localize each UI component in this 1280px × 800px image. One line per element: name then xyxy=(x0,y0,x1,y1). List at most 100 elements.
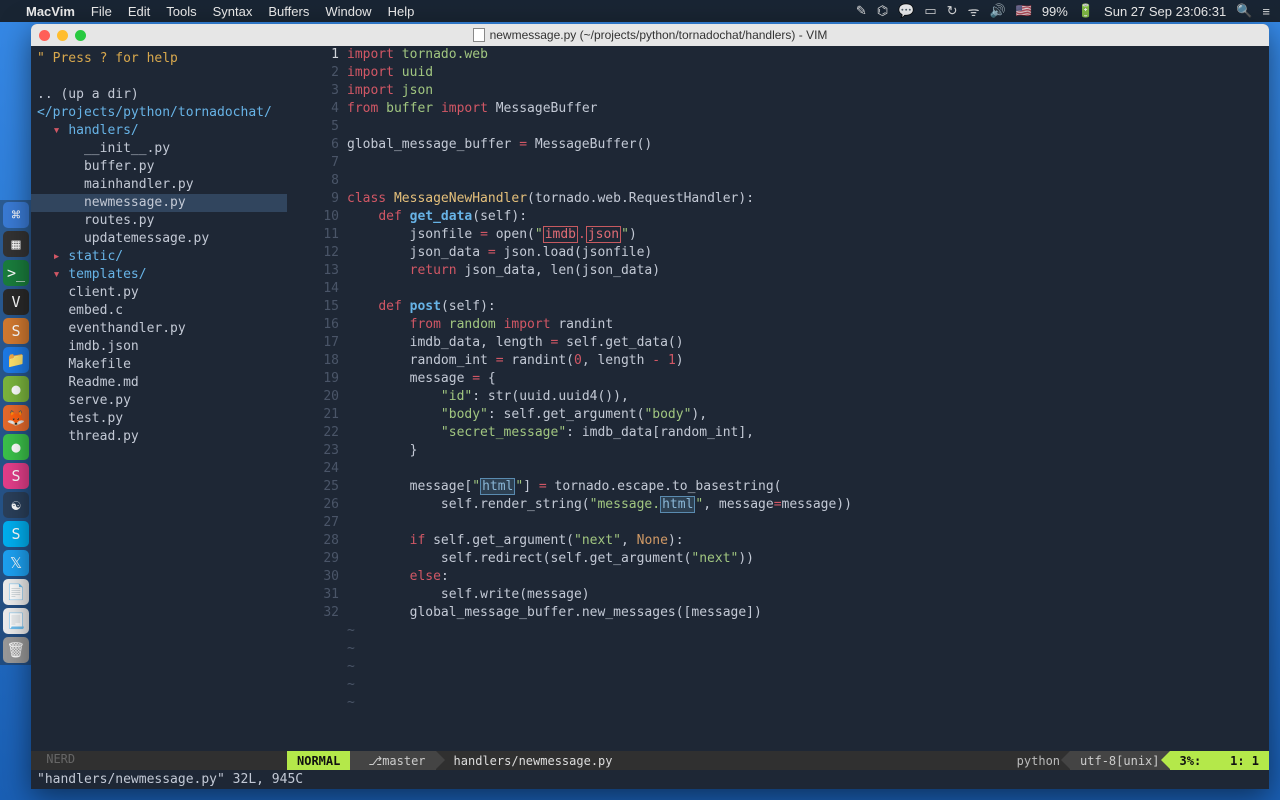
nerdtree-file[interactable]: serve.py xyxy=(31,392,287,410)
dock-item[interactable]: 📄 xyxy=(3,579,29,605)
code-line[interactable]: message["html"] = tornado.escape.to_base… xyxy=(347,478,1269,496)
code-line[interactable]: "id": str(uuid.uuid4()), xyxy=(347,388,1269,406)
code-line[interactable] xyxy=(347,280,1269,298)
bluetooth-icon[interactable]: ⌬ xyxy=(877,3,888,19)
dock-item[interactable]: 🦊 xyxy=(3,405,29,431)
code-line[interactable]: def post(self): xyxy=(347,298,1269,316)
code-line[interactable]: from buffer import MessageBuffer xyxy=(347,100,1269,118)
notification-icon[interactable]: ≡ xyxy=(1262,4,1270,19)
code-line[interactable]: def get_data(self): xyxy=(347,208,1269,226)
code-line[interactable]: random_int = randint(0, length - 1) xyxy=(347,352,1269,370)
dock-item[interactable]: ● xyxy=(3,434,29,460)
nerdtree-file[interactable]: Readme.md xyxy=(31,374,287,392)
window-titlebar[interactable]: newmessage.py (~/projects/python/tornado… xyxy=(31,24,1269,46)
flag-icon[interactable]: 🇺🇸 xyxy=(1016,3,1032,19)
code-area[interactable]: import tornado.webimport uuidimport json… xyxy=(347,46,1269,751)
code-line[interactable] xyxy=(347,118,1269,136)
nerdtree-dir[interactable]: ▾ templates/ xyxy=(31,266,287,284)
dock-item[interactable]: S xyxy=(3,521,29,547)
nerdtree-file[interactable]: Makefile xyxy=(31,356,287,374)
dock[interactable]: ⌘▦>_VS📁●🦊●S☯S𝕏📄📃🗑 xyxy=(0,200,32,665)
dock-item[interactable]: 🗑 xyxy=(3,637,29,663)
dock-item[interactable]: ⌘ xyxy=(3,202,29,228)
dock-item[interactable]: >_ xyxy=(3,260,29,286)
nerdtree-file[interactable]: test.py xyxy=(31,410,287,428)
timemachine-icon[interactable]: ↻ xyxy=(947,3,958,19)
nerdtree-dir[interactable]: ▸ static/ xyxy=(31,248,287,266)
volume-icon[interactable]: 🔊 xyxy=(989,3,1005,19)
code-line[interactable]: global_message_buffer.new_messages([mess… xyxy=(347,604,1269,622)
dock-item[interactable]: ● xyxy=(3,376,29,402)
battery-icon[interactable]: 🔋 xyxy=(1078,3,1094,19)
dock-item[interactable]: ▦ xyxy=(3,231,29,257)
code-line[interactable]: "body": self.get_argument("body"), xyxy=(347,406,1269,424)
code-line[interactable]: import json xyxy=(347,82,1269,100)
code-line[interactable]: else: xyxy=(347,568,1269,586)
code-line[interactable]: global_message_buffer = MessageBuffer() xyxy=(347,136,1269,154)
vim-editor[interactable]: " Press ? for help .. (up a dir)</projec… xyxy=(31,46,1269,751)
close-button[interactable] xyxy=(39,30,50,41)
menubar-app[interactable]: MacVim xyxy=(26,4,75,19)
dock-item[interactable]: S xyxy=(3,318,29,344)
code-line[interactable] xyxy=(347,172,1269,190)
nerdtree-file[interactable]: eventhandler.py xyxy=(31,320,287,338)
menubar-clock[interactable]: Sun 27 Sep 23:06:31 xyxy=(1104,4,1226,19)
nerdtree-root[interactable]: </projects/python/tornadochat/ xyxy=(31,104,287,122)
code-line[interactable]: class MessageNewHandler(tornado.web.Requ… xyxy=(347,190,1269,208)
nerdtree-file[interactable]: buffer.py xyxy=(31,158,287,176)
code-line[interactable] xyxy=(347,154,1269,172)
dock-item[interactable]: V xyxy=(3,289,29,315)
code-line[interactable]: json_data = json.load(jsonfile) xyxy=(347,244,1269,262)
macos-menubar[interactable]: MacVim File Edit Tools Syntax Buffers Wi… xyxy=(0,0,1280,22)
dock-item[interactable]: S xyxy=(3,463,29,489)
menubar-item[interactable]: Edit xyxy=(128,4,150,19)
vim-cmdline[interactable]: "handlers/newmessage.py" 32L, 945C xyxy=(31,770,1269,789)
menubar-item[interactable]: Buffers xyxy=(268,4,309,19)
nerdtree-updir[interactable]: .. (up a dir) xyxy=(31,86,287,104)
nerdtree-file[interactable]: thread.py xyxy=(31,428,287,446)
menubar-item[interactable]: Help xyxy=(388,4,415,19)
line-number: 4 xyxy=(287,100,339,118)
code-line[interactable]: import tornado.web xyxy=(347,46,1269,64)
wifi-icon[interactable]: ᯤ xyxy=(968,2,980,20)
code-line[interactable]: from random import randint xyxy=(347,316,1269,334)
evernote-icon[interactable]: ✎ xyxy=(856,3,867,19)
chat-icon[interactable]: 💬 xyxy=(898,3,914,19)
code-line[interactable]: jsonfile = open("imdb.json") xyxy=(347,226,1269,244)
menubar-item[interactable]: File xyxy=(91,4,112,19)
code-line[interactable]: self.redirect(self.get_argument("next")) xyxy=(347,550,1269,568)
display-icon[interactable]: ▭ xyxy=(924,3,936,19)
nerdtree-file[interactable]: updatemessage.py xyxy=(31,230,287,248)
nerdtree-pane[interactable]: " Press ? for help .. (up a dir)</projec… xyxy=(31,46,287,751)
zoom-button[interactable] xyxy=(75,30,86,41)
nerdtree-file[interactable]: mainhandler.py xyxy=(31,176,287,194)
minimize-button[interactable] xyxy=(57,30,68,41)
spotlight-icon[interactable]: 🔍 xyxy=(1236,3,1252,19)
code-line[interactable]: "secret_message": imdb_data[random_int], xyxy=(347,424,1269,442)
nerdtree-file[interactable]: client.py xyxy=(31,284,287,302)
dock-item[interactable]: ☯ xyxy=(3,492,29,518)
dock-item[interactable]: 📁 xyxy=(3,347,29,373)
menubar-item[interactable]: Tools xyxy=(166,4,196,19)
nerdtree-dir[interactable]: ▾ handlers/ xyxy=(31,122,287,140)
code-line[interactable]: if self.get_argument("next", None): xyxy=(347,532,1269,550)
code-line[interactable]: import uuid xyxy=(347,64,1269,82)
code-line[interactable]: self.render_string("message.html", messa… xyxy=(347,496,1269,514)
dock-item[interactable]: 𝕏 xyxy=(3,550,29,576)
code-line[interactable]: } xyxy=(347,442,1269,460)
code-line[interactable]: imdb_data, length = self.get_data() xyxy=(347,334,1269,352)
code-line[interactable] xyxy=(347,460,1269,478)
nerdtree-file[interactable]: routes.py xyxy=(31,212,287,230)
code-line[interactable]: return json_data, len(json_data) xyxy=(347,262,1269,280)
line-number-empty xyxy=(287,622,339,640)
nerdtree-file[interactable]: embed.c xyxy=(31,302,287,320)
menubar-item[interactable]: Syntax xyxy=(213,4,253,19)
nerdtree-file[interactable]: newmessage.py xyxy=(31,194,287,212)
dock-item[interactable]: 📃 xyxy=(3,608,29,634)
code-line[interactable] xyxy=(347,514,1269,532)
code-line[interactable]: message = { xyxy=(347,370,1269,388)
nerdtree-file[interactable]: imdb.json xyxy=(31,338,287,356)
nerdtree-file[interactable]: __init__.py xyxy=(31,140,287,158)
code-line[interactable]: self.write(message) xyxy=(347,586,1269,604)
menubar-item[interactable]: Window xyxy=(325,4,371,19)
